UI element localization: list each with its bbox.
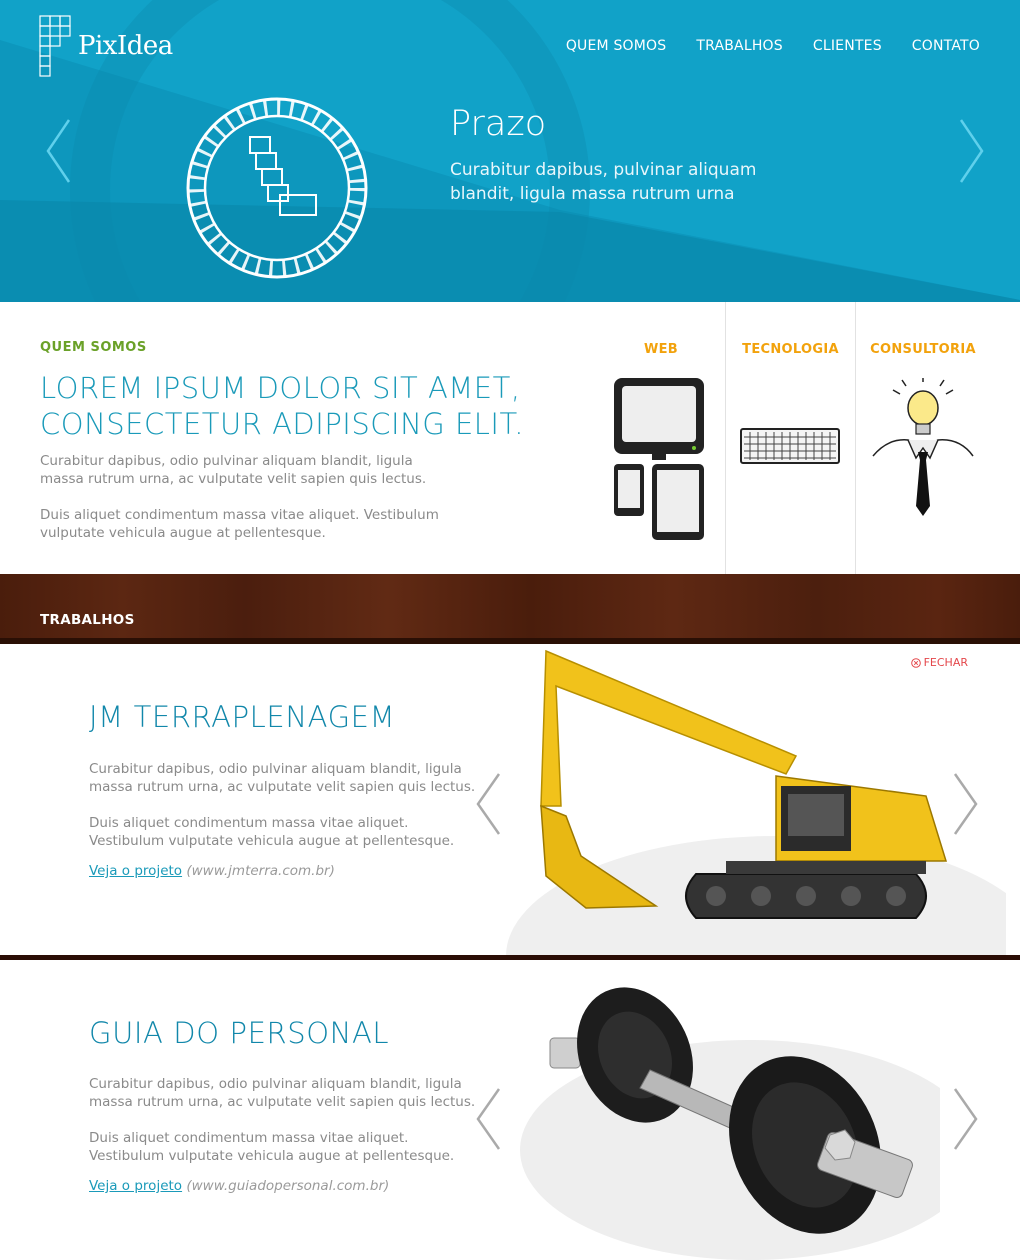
about-title: LOREM IPSUM DOLOR SIT AMET, CONSECTETUR …: [40, 371, 524, 441]
service-web[interactable]: WEB: [596, 302, 726, 574]
work-title: JM TERRAPLENAGEM: [89, 700, 396, 734]
work-prev-arrow-icon[interactable]: [474, 1087, 502, 1151]
logo[interactable]: PixIdea: [38, 14, 173, 78]
project-link[interactable]: Veja o projeto: [89, 863, 182, 879]
work-link-row: Veja o projeto (www.guiadopersonal.com.b…: [89, 1178, 389, 1194]
about-section: QUEM SOMOS LOREM IPSUM DOLOR SIT AMET, C…: [0, 302, 1020, 574]
nav-trabalhos[interactable]: TRABALHOS: [696, 38, 783, 54]
service-consultoria-label: CONSULTORIA: [870, 342, 976, 357]
trabalhos-label: TRABALHOS: [40, 612, 135, 628]
work-link-row: Veja o projeto (www.jmterra.com.br): [89, 863, 335, 879]
hero-prev-arrow-icon[interactable]: [44, 118, 72, 184]
logo-text: PixIdea: [78, 31, 173, 61]
work-item: GUIA DO PERSONAL Curabitur dapibus, odio…: [0, 960, 1020, 1260]
project-url: (www.guiadopersonal.com.br): [186, 1178, 390, 1194]
about-label: QUEM SOMOS: [40, 340, 147, 355]
service-tecnologia[interactable]: TECNOLOGIA: [726, 302, 855, 574]
work-paragraph-2: Duis aliquet condimentum massa vitae ali…: [89, 815, 455, 849]
excavator-image: [506, 649, 1006, 956]
hero-slider: PixIdea QUEM SOMOS TRABALHOS CLIENTES CO…: [0, 0, 1020, 302]
devices-icon: [614, 378, 704, 540]
keyboard-icon: [740, 428, 840, 464]
slide-text: Curabitur dapibus, pulvinar aliquam blan…: [450, 160, 757, 204]
lightbulb-tie-icon: [872, 378, 974, 516]
project-link[interactable]: Veja o projeto: [89, 1178, 182, 1194]
trabalhos-bar: TRABALHOS: [0, 574, 1020, 644]
work-item: FECHAR JM TERRAPLENAGEM Curabitur dapibu…: [0, 644, 1020, 956]
service-consultoria[interactable]: CONSULTORIA: [856, 302, 990, 574]
work-paragraph-1: Curabitur dapibus, odio pulvinar aliquam…: [89, 761, 476, 795]
main-nav: QUEM SOMOS TRABALHOS CLIENTES CONTATO: [566, 38, 980, 54]
nav-contato[interactable]: CONTATO: [912, 38, 980, 54]
work-paragraph-1: Curabitur dapibus, odio pulvinar aliquam…: [89, 1076, 476, 1110]
work-next-arrow-icon[interactable]: [952, 1087, 980, 1151]
project-url: (www.jmterra.com.br): [186, 863, 335, 879]
about-paragraph-2: Duis aliquet condimentum massa vitae ali…: [40, 507, 439, 541]
service-tecnologia-label: TECNOLOGIA: [742, 342, 839, 357]
work-paragraph-2: Duis aliquet condimentum massa vitae ali…: [89, 1130, 455, 1164]
slide-title: Prazo: [450, 104, 547, 144]
clock-icon: [186, 97, 368, 279]
hero-next-arrow-icon[interactable]: [958, 118, 986, 184]
about-paragraph-1: Curabitur dapibus, odio pulvinar aliquam…: [40, 453, 427, 487]
nav-clientes[interactable]: CLIENTES: [813, 38, 882, 54]
logo-mark-icon: [39, 15, 71, 77]
nav-quem-somos[interactable]: QUEM SOMOS: [566, 38, 667, 54]
service-web-label: WEB: [643, 342, 679, 357]
work-title: GUIA DO PERSONAL: [89, 1016, 390, 1050]
dumbbell-image: [520, 987, 940, 1260]
